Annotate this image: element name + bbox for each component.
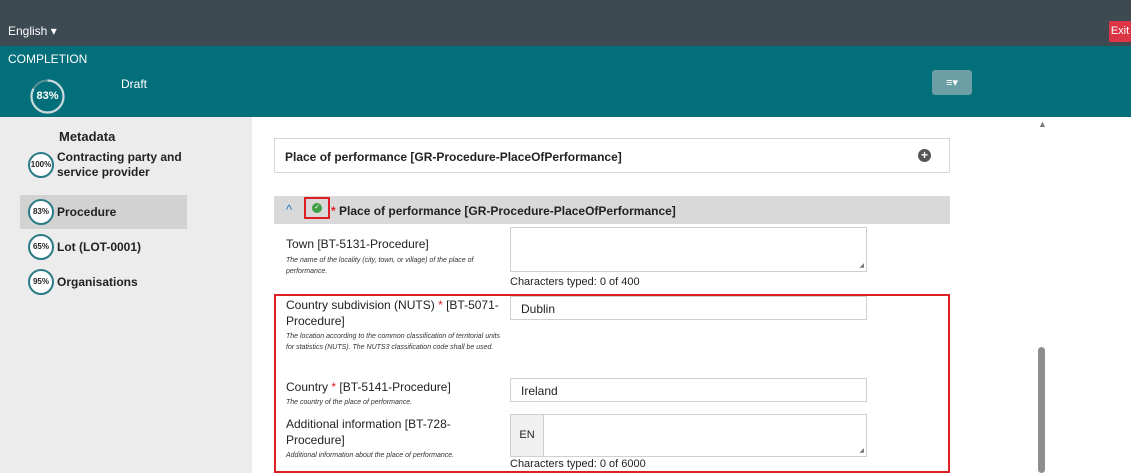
- scrollbar-thumb[interactable]: [1038, 347, 1045, 473]
- town-help: The name of the locality (city, town, or…: [286, 257, 474, 275]
- resize-handle-icon[interactable]: ◢: [859, 262, 864, 269]
- validation-highlight-frame: [274, 294, 950, 473]
- town-field-row: Town [BT-5131-Procedure] The name of the…: [274, 224, 950, 294]
- town-textarea[interactable]: ◢: [510, 227, 867, 272]
- sidebar-item-label: Procedure: [57, 204, 117, 219]
- top-bar: English ▾: [0, 0, 1131, 46]
- completion-badge: 83%: [28, 199, 54, 225]
- completion-badge: 95%: [28, 269, 54, 295]
- settings-dropdown-button[interactable]: ≡▾: [932, 70, 972, 95]
- sidebar: Metadata 100% Contracting party and serv…: [0, 117, 252, 473]
- place-of-performance-panel-header[interactable]: ^ ✓ * Place of performance [GR-Procedure…: [274, 196, 950, 224]
- completion-label: COMPLETION: [8, 52, 88, 66]
- sidebar-item-label: Organisations: [57, 274, 138, 289]
- sidebar-item-contracting-party[interactable]: 100% Contracting party and service provi…: [20, 148, 187, 182]
- sidebar-item-organisations[interactable]: 95% Organisations: [20, 265, 187, 299]
- completion-bar: COMPLETION 83% Draft ≡▾: [0, 46, 1131, 117]
- completion-percent: 83%: [36, 90, 59, 102]
- completion-badge: 65%: [28, 234, 54, 260]
- town-label: Town [BT-5131-Procedure]: [286, 237, 429, 251]
- sidebar-item-lot[interactable]: 65% Lot (LOT-0001): [20, 230, 187, 264]
- right-gutter: [969, 117, 1131, 473]
- sliders-icon: ≡▾: [946, 77, 958, 89]
- town-char-counter: Characters typed: 0 of 400: [510, 276, 640, 288]
- exit-button[interactable]: Exit: [1109, 21, 1131, 42]
- place-of-performance-panel-collapsed[interactable]: Place of performance [GR-Procedure-Place…: [274, 138, 950, 173]
- panel-title: Place of performance [GR-Procedure-Place…: [285, 150, 622, 164]
- sidebar-title-metadata[interactable]: Metadata: [59, 129, 115, 144]
- required-asterisk: *: [331, 204, 336, 218]
- add-circle-icon[interactable]: +: [918, 149, 931, 162]
- completion-badge: 100%: [28, 152, 54, 178]
- scroll-up-arrow-icon[interactable]: ▲: [1035, 117, 1050, 132]
- panel-title-text: Place of performance [GR-Procedure-Place…: [339, 204, 676, 218]
- sidebar-item-label: Contracting party and service provider: [57, 150, 182, 179]
- sidebar-item-label: Lot (LOT-0001): [57, 239, 142, 254]
- sidebar-item-procedure[interactable]: 83% Procedure: [20, 195, 187, 229]
- status-draft: Draft: [121, 77, 148, 91]
- language-selector[interactable]: English ▾: [8, 24, 57, 38]
- validation-highlight-box: ✓: [304, 197, 330, 219]
- check-circle-icon: ✓: [312, 203, 322, 213]
- chevron-up-icon[interactable]: ^: [286, 202, 292, 217]
- panel-title: * Place of performance [GR-Procedure-Pla…: [331, 204, 676, 218]
